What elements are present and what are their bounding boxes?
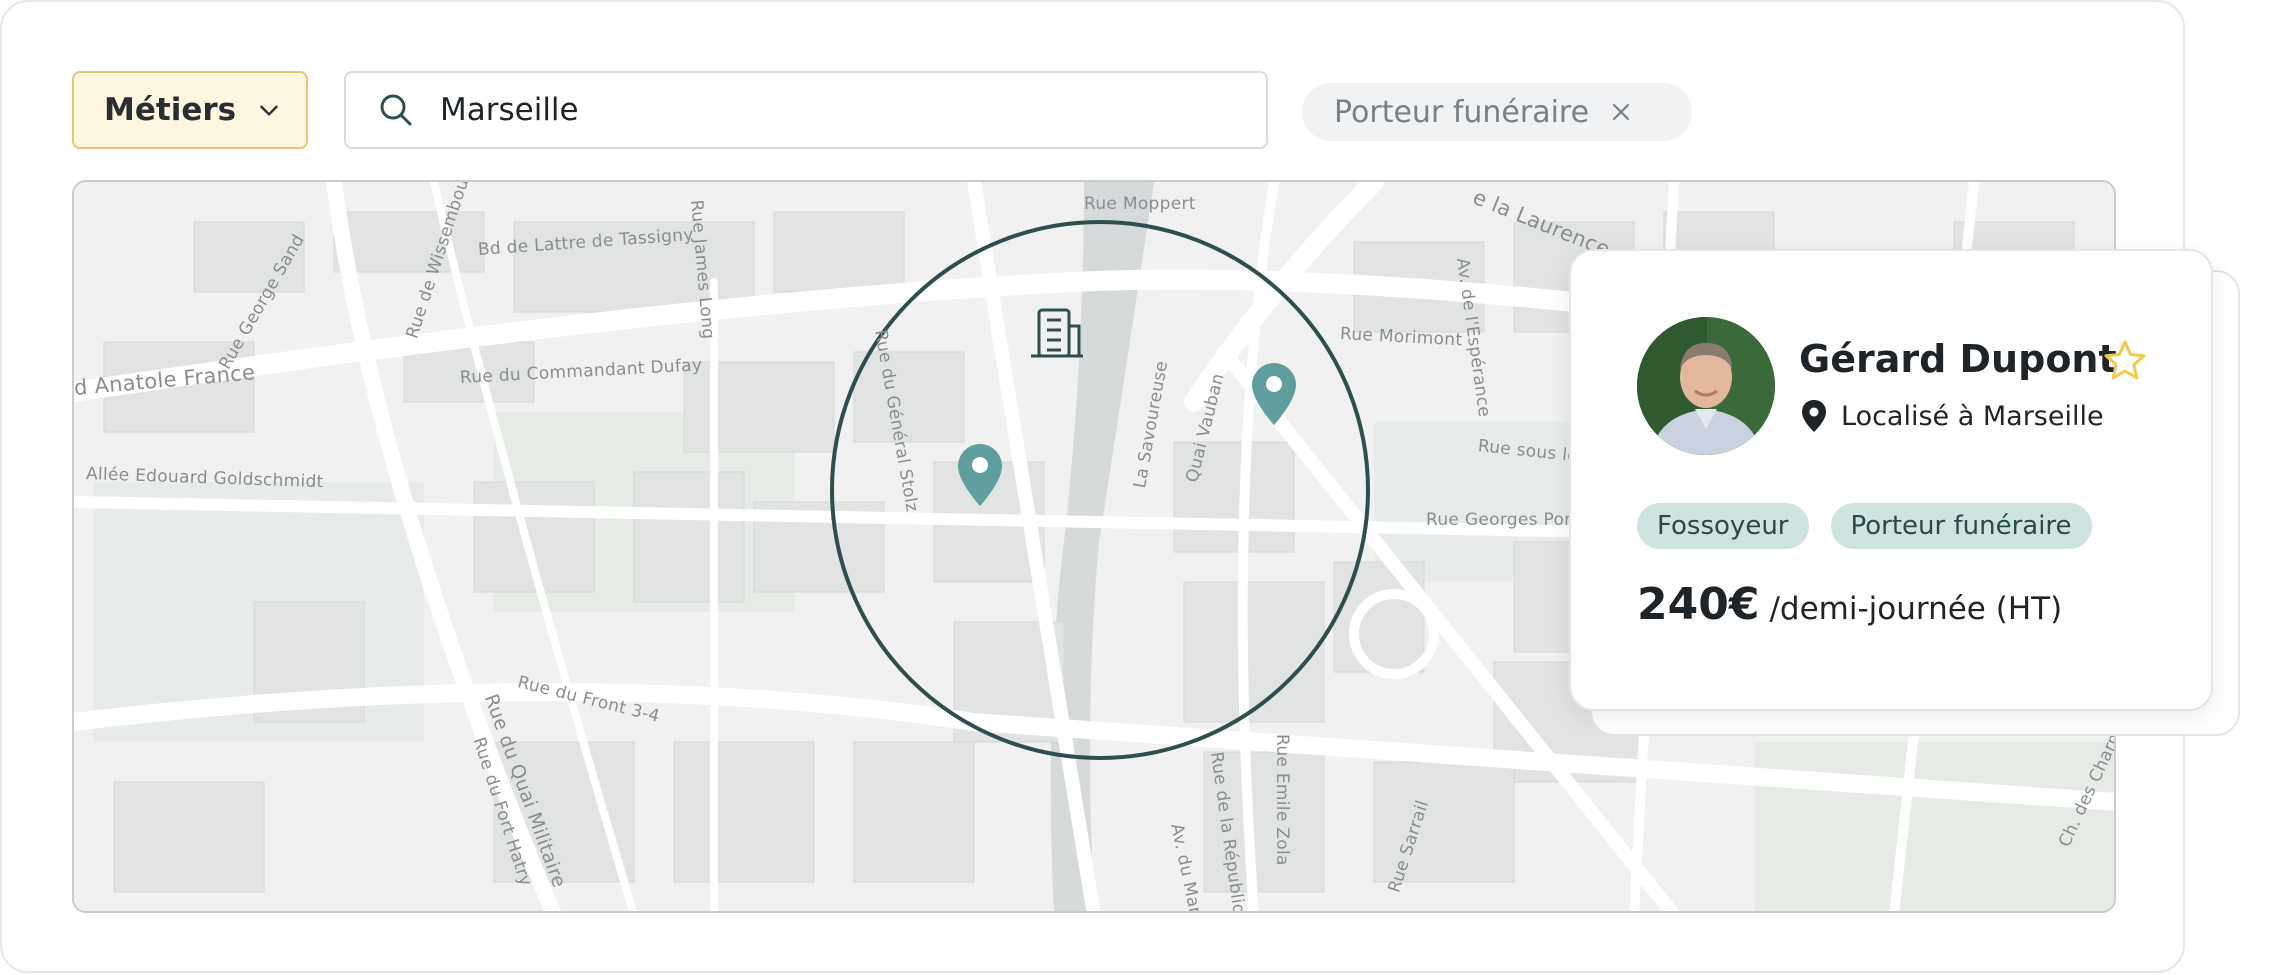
filter-chip-label: Porteur funéraire: [1334, 94, 1590, 130]
profile-price: 240€ /demi-journée (HT): [1637, 579, 2062, 630]
star-icon[interactable]: [2101, 337, 2149, 385]
close-icon[interactable]: [1609, 100, 1633, 124]
profile-name: Gérard Dupont: [1799, 337, 2117, 381]
metiers-label: Métiers: [104, 92, 237, 128]
location-pin-icon: [1802, 400, 1826, 432]
street-label: Rue Emile Zola: [1272, 734, 1292, 866]
chevron-down-icon: [260, 105, 278, 116]
profile-card[interactable]: Gérard Dupont Localisé à Marseille Fosso…: [1569, 249, 2213, 711]
metiers-dropdown[interactable]: Métiers: [72, 71, 308, 149]
price-amount: 240€: [1637, 579, 1760, 630]
search-box: [344, 71, 1268, 149]
filter-chip: Porteur funéraire: [1302, 83, 1692, 141]
search-icon: [380, 94, 412, 126]
tag: Fossoyeur: [1637, 503, 1809, 549]
tag: Porteur funéraire: [1830, 503, 2092, 549]
street-label: Rue Moppert: [1084, 194, 1196, 214]
profile-tags: Fossoyeur Porteur funéraire: [1637, 503, 2092, 549]
search-input[interactable]: [438, 91, 1222, 129]
profile-location: Localisé à Marseille: [1801, 399, 2104, 433]
price-unit: /demi-journée (HT): [1769, 591, 2063, 627]
avatar: [1637, 317, 1775, 455]
profile-location-text: Localisé à Marseille: [1841, 400, 2104, 432]
street-label: Rue Georges Pom: [1426, 510, 1582, 530]
